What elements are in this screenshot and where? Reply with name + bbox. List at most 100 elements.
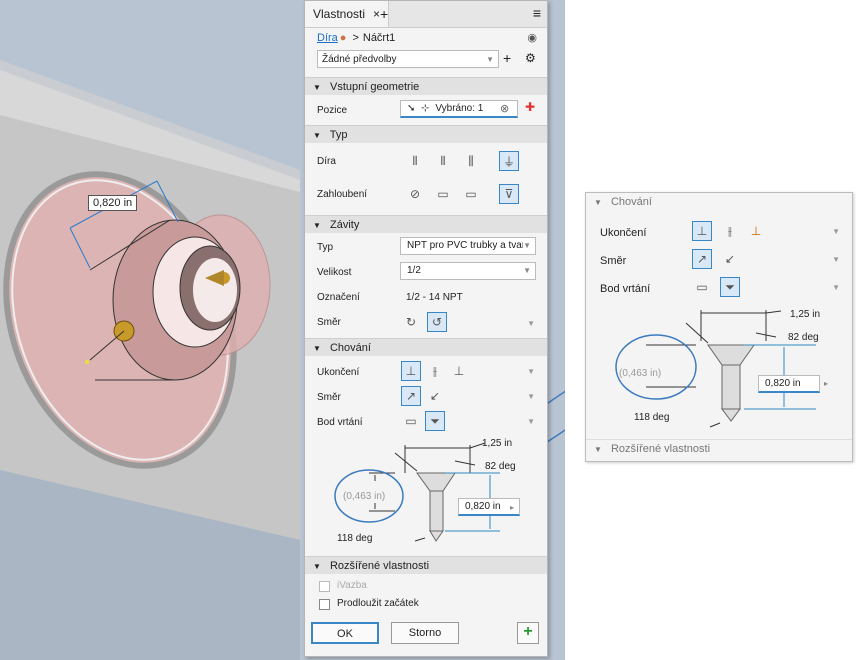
close-icon[interactable]: ×: [373, 7, 380, 21]
section-type[interactable]: ▼ Typ: [305, 125, 547, 143]
taper-tapped-hole-icon[interactable]: ⏚: [499, 151, 519, 171]
chevron-down-icon[interactable]: ▼: [527, 367, 535, 376]
countersink-icon[interactable]: ⊽: [499, 184, 519, 204]
hole-label: Díra: [317, 156, 336, 167]
hamburger-icon[interactable]: ≡: [533, 5, 541, 21]
cursor-icon: ➘: [407, 103, 416, 114]
countersink-angle-label: 82 deg: [485, 461, 516, 472]
breadcrumb-separator: >: [352, 32, 359, 44]
through-all-icon[interactable]: ⫲: [425, 361, 445, 381]
zoom-top-diameter-label: 1,25 in: [790, 309, 821, 320]
thread-type-dropdown[interactable]: NPT pro PVC trubky a tvar ▼: [400, 237, 536, 255]
apply-plus-icon[interactable]: +: [517, 622, 539, 644]
spotface-icon[interactable]: ▭: [461, 184, 481, 204]
section-behavior[interactable]: ▼ Chování: [305, 338, 547, 356]
collapse-icon: ▼: [313, 344, 321, 353]
flip-direction-icon: ↙: [724, 252, 736, 266]
thread-type-label: Typ: [317, 242, 334, 253]
section-title: Závity: [329, 219, 360, 231]
collapse-icon: ▼: [313, 562, 321, 571]
counterbore-icon[interactable]: ▭: [433, 184, 453, 204]
collapse-icon: ▼: [594, 198, 602, 207]
flip-direction-icon[interactable]: ↙: [425, 386, 445, 406]
size-dropdown[interactable]: 1/2 ▼: [400, 262, 536, 280]
preset-dropdown[interactable]: Žádné předvolby ▼: [317, 50, 499, 68]
chevron-down-icon[interactable]: ▼: [527, 392, 535, 401]
through-all-icon: ⫲: [728, 223, 732, 238]
breadcrumb-feature-icon: ●: [339, 32, 347, 44]
countersink-depth-label: (0,463 in): [343, 491, 386, 502]
zoom-drill-point-label: Bod vrtání: [600, 283, 651, 295]
section-title: Rozšířené vlastnosti: [329, 560, 430, 572]
section-title: Chování: [329, 342, 371, 354]
zoom-countersink-angle-label: 82 deg: [788, 332, 819, 343]
extend-start-checkbox[interactable]: [319, 599, 330, 610]
simple-hole-icon[interactable]: ⫴: [405, 151, 425, 171]
clearance-hole-icon[interactable]: ⫴: [433, 151, 453, 171]
ivazba-label: iVazba: [337, 580, 367, 591]
chevron-down-icon[interactable]: ▼: [527, 319, 535, 328]
chevron-down-icon[interactable]: ▼: [527, 417, 535, 426]
chevron-down-icon: ▼: [486, 55, 494, 64]
thread-type-value: NPT pro PVC trubky a tvar: [407, 240, 526, 251]
section-input-geometry[interactable]: ▼ Vstupní geometrie: [305, 77, 547, 95]
drill-angle-label: 118 deg: [337, 533, 373, 544]
angle-drill-point-icon[interactable]: ⏷: [425, 411, 445, 431]
zoom-drill-angle-label: 118 deg: [634, 412, 670, 423]
preset-value: Žádné předvolby: [322, 54, 397, 65]
tapped-hole-icon[interactable]: ⫼: [461, 151, 481, 171]
breadcrumb-feature[interactable]: Díra: [317, 32, 338, 44]
flat-drill-point-icon[interactable]: ▭: [401, 411, 421, 431]
extend-start-label: Prodloužit začátek: [337, 598, 419, 609]
size-label: Velikost: [317, 267, 352, 278]
to-icon[interactable]: ⊥: [449, 361, 469, 381]
add-tab-icon[interactable]: +: [380, 6, 388, 22]
collapse-icon: ▼: [594, 445, 602, 454]
tab-properties[interactable]: Vlastnosti ×: [305, 1, 390, 27]
zoom-section-behavior: ▼ Chování: [586, 193, 852, 211]
zoom-detail-panel: ▼ Chování Ukončení ⊥ ⫲ ⊥ ▼ Směr ↗ ↙ ▼ Bo…: [585, 192, 853, 462]
drill-point-label: Bod vrtání: [317, 417, 363, 428]
tab-bar: Vlastnosti × + ≡: [305, 1, 547, 28]
no-seat-icon[interactable]: ⊘: [405, 184, 425, 204]
eye-icon[interactable]: ◉: [527, 31, 537, 44]
ivazba-checkbox[interactable]: [319, 581, 330, 592]
zoom-countersink-depth-label: (0,463 in): [619, 368, 662, 379]
clear-selection-icon[interactable]: ⊗: [500, 102, 509, 115]
designation-value: 1/2 - 14 NPT: [406, 292, 463, 303]
properties-panel: Vlastnosti × + ≡ Díra ● > Náčrt1 ◉ Žádné…: [304, 0, 548, 657]
counterbore-label: Zahloubení: [317, 189, 368, 200]
section-advanced[interactable]: ▼ Rozšířené vlastnosti: [305, 556, 547, 574]
distance-icon[interactable]: ⊥: [401, 361, 421, 381]
termination-label: Ukončení: [317, 367, 360, 378]
section-title: Vstupní geometrie: [329, 81, 420, 93]
collapse-icon: ▼: [313, 131, 321, 140]
crosshair-icon: ⊹: [421, 103, 430, 114]
cancel-button[interactable]: Storno: [391, 622, 459, 644]
right-hand-icon[interactable]: ↻: [401, 312, 421, 332]
depth-value: 0,820 in: [465, 501, 501, 512]
breadcrumb-sketch[interactable]: Náčrt1: [363, 32, 395, 44]
depth-arrow-icon[interactable]: ▸: [510, 503, 514, 512]
chevron-down-icon: ▼: [832, 283, 840, 292]
default-direction-icon[interactable]: ↗: [401, 386, 421, 406]
gear-icon[interactable]: ⚙: [525, 51, 536, 65]
dimension-input[interactable]: 0,820 in: [88, 195, 138, 211]
collapse-icon: ▼: [313, 83, 321, 92]
chevron-down-icon: ▼: [832, 227, 840, 236]
add-preset-icon[interactable]: +: [503, 50, 511, 66]
zoom-direction-label: Směr: [600, 255, 627, 267]
chevron-down-icon: ▼: [523, 238, 531, 254]
add-point-icon[interactable]: ✚: [525, 100, 535, 114]
angle-drill-point-icon: ⏷: [720, 277, 740, 297]
zoom-depth-arrow-icon: ▸: [824, 379, 829, 388]
zoom-depth-field: 0,820 in: [758, 375, 820, 393]
collapse-icon: ▼: [313, 221, 321, 230]
position-label: Pozice: [317, 105, 348, 116]
left-hand-icon[interactable]: ↺: [427, 312, 447, 332]
ok-button[interactable]: OK: [311, 622, 379, 644]
top-diameter-label: 1,25 in: [482, 438, 513, 449]
designation-label: Označení: [317, 292, 360, 303]
position-value: Vybráno: 1: [435, 103, 484, 114]
section-threads[interactable]: ▼ Závity: [305, 215, 547, 233]
